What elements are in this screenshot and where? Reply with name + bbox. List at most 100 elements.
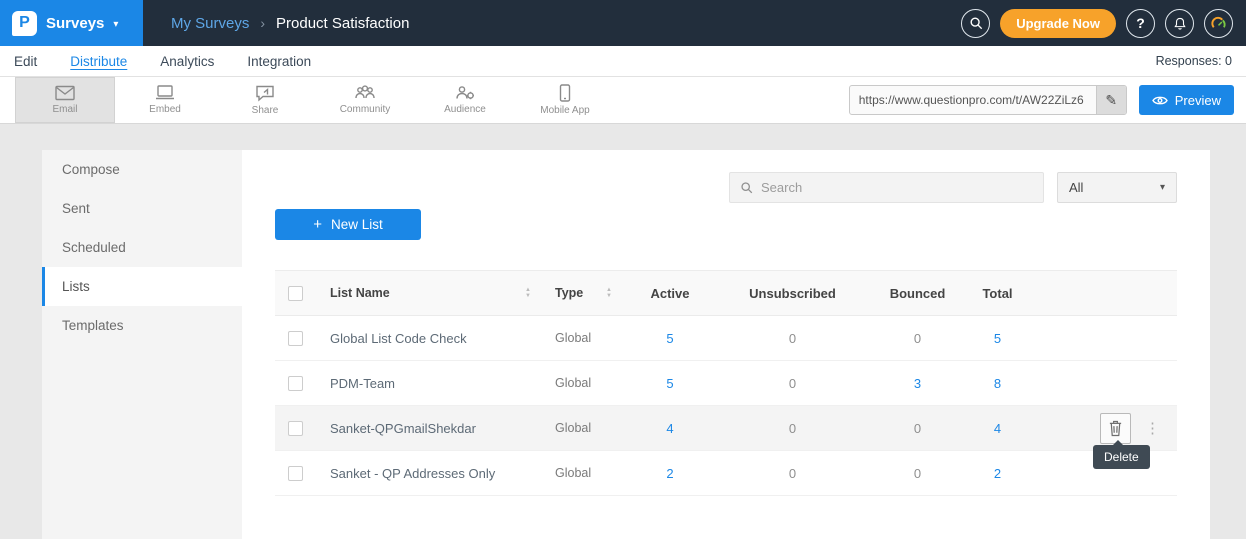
tab-integration[interactable]: Integration: [247, 54, 311, 69]
sidebar-item-compose[interactable]: Compose: [42, 150, 242, 189]
tool-label: Community: [340, 104, 391, 115]
search-button[interactable]: [961, 9, 990, 38]
survey-tabbar: Edit Distribute Analytics Integration Re…: [0, 46, 1246, 77]
list-name-link[interactable]: Sanket-QPGmailShekdar: [330, 421, 476, 436]
total-count[interactable]: 2: [960, 451, 1035, 495]
tab-analytics[interactable]: Analytics: [160, 54, 214, 69]
sort-icon[interactable]: ▲▼: [606, 288, 612, 299]
breadcrumb: My Surveys › Product Satisfaction: [171, 15, 409, 32]
search-icon: [969, 16, 983, 30]
tool-audience[interactable]: Audience: [415, 77, 515, 123]
sidebar-item-sent[interactable]: Sent: [42, 189, 242, 228]
col-list-name: List Name: [330, 286, 390, 300]
delete-tooltip: Delete: [1093, 445, 1150, 469]
tool-mobile-app[interactable]: Mobile App: [515, 77, 615, 123]
email-sidebar: Compose Sent Scheduled Lists Templates: [42, 150, 242, 539]
tool-email[interactable]: Email: [15, 77, 115, 123]
questionpro-logo-icon: P: [12, 11, 37, 36]
col-unsubscribed: Unsubscribed: [710, 271, 875, 315]
unsubscribed-count: 0: [710, 361, 875, 405]
email-icon: [55, 85, 75, 101]
list-type: Global: [535, 316, 630, 360]
plus-icon: +: [313, 216, 322, 233]
tab-edit[interactable]: Edit: [14, 54, 37, 69]
eye-icon: [1152, 95, 1168, 106]
notifications-button[interactable]: [1165, 9, 1194, 38]
tool-embed[interactable]: Embed: [115, 77, 215, 123]
responses-count: Responses: 0: [1156, 54, 1232, 68]
active-count[interactable]: 5: [630, 361, 710, 405]
tool-label: Mobile App: [540, 105, 589, 116]
topbar-actions: Upgrade Now ?: [961, 9, 1246, 38]
sidebar-item-templates[interactable]: Templates: [42, 306, 242, 345]
delete-button[interactable]: [1100, 413, 1131, 444]
total-count[interactable]: 8: [960, 361, 1035, 405]
bounced-count[interactable]: 3: [875, 361, 960, 405]
unsubscribed-count: 0: [710, 406, 875, 450]
active-count[interactable]: 4: [630, 406, 710, 450]
tool-community[interactable]: Community: [315, 77, 415, 123]
survey-url-input[interactable]: [850, 86, 1096, 114]
caret-down-icon: ▾: [113, 19, 118, 30]
preview-button[interactable]: Preview: [1139, 85, 1234, 115]
audience-icon: [454, 85, 476, 101]
page-title: Product Satisfaction: [276, 15, 409, 32]
col-bounced: Bounced: [875, 271, 960, 315]
channel-tools: Email Embed Share Community Audience Mob…: [15, 77, 615, 123]
embed-icon: [155, 85, 175, 101]
tool-label: Audience: [444, 104, 486, 115]
bounced-count: 0: [875, 406, 960, 450]
list-name-link[interactable]: PDM-Team: [330, 376, 395, 391]
table-row: PDM-Team Global 5 0 3 8: [275, 361, 1177, 406]
row-checkbox[interactable]: [288, 421, 303, 436]
sidebar-item-lists[interactable]: Lists: [42, 267, 242, 306]
tool-label: Embed: [149, 104, 181, 115]
product-name: Surveys: [46, 15, 104, 32]
pencil-icon: ✎: [1105, 92, 1117, 108]
row-checkbox[interactable]: [288, 376, 303, 391]
topbar: P Surveys ▾ My Surveys › Product Satisfa…: [0, 0, 1246, 46]
active-count[interactable]: 2: [630, 451, 710, 495]
page: P Surveys ▾ My Surveys › Product Satisfa…: [0, 0, 1246, 539]
lists-table: List Name ▲▼ Type ▲▼ Active Unsubscribed…: [275, 270, 1177, 496]
list-name-link[interactable]: Global List Code Check: [330, 331, 467, 346]
edit-url-button[interactable]: ✎: [1096, 86, 1126, 114]
new-list-button[interactable]: + New List: [275, 209, 421, 240]
tool-share[interactable]: Share: [215, 77, 315, 123]
upgrade-button[interactable]: Upgrade Now: [1000, 9, 1116, 38]
row-checkbox[interactable]: [288, 466, 303, 481]
col-type: Type: [555, 286, 583, 300]
search-icon: [740, 181, 753, 194]
col-total: Total: [960, 271, 1035, 315]
account-menu-button[interactable]: [1204, 9, 1233, 38]
toolbar-right: ✎ Preview: [849, 85, 1246, 115]
bounced-count: 0: [875, 316, 960, 360]
new-list-label: New List: [331, 217, 383, 232]
list-name-link[interactable]: Sanket - QP Addresses Only: [330, 466, 495, 481]
sort-icon[interactable]: ▲▼: [525, 288, 531, 299]
sidebar-item-scheduled[interactable]: Scheduled: [42, 228, 242, 267]
total-count[interactable]: 4: [960, 406, 1035, 450]
product-menu[interactable]: P Surveys ▾: [0, 0, 143, 46]
lists-panel: All ▾ + New List List Name ▲▼ Type: [242, 150, 1210, 539]
total-count[interactable]: 5: [960, 316, 1035, 360]
list-type: Global: [535, 361, 630, 405]
active-count[interactable]: 5: [630, 316, 710, 360]
row-checkbox[interactable]: [288, 331, 303, 346]
preview-label: Preview: [1175, 93, 1221, 108]
select-all-checkbox[interactable]: [288, 286, 303, 301]
table-row: Global List Code Check Global 5 0 0 5: [275, 316, 1177, 361]
gauge-avatar-icon: [1210, 15, 1227, 32]
help-button[interactable]: ?: [1126, 9, 1155, 38]
chevron-right-icon: ›: [260, 15, 265, 31]
list-search-input[interactable]: [761, 180, 1033, 195]
tab-distribute[interactable]: Distribute: [70, 54, 127, 69]
caret-down-icon: ▾: [1160, 182, 1165, 193]
bell-icon: [1173, 16, 1187, 31]
list-filter-select[interactable]: All ▾: [1057, 172, 1177, 203]
table-header-row: List Name ▲▼ Type ▲▼ Active Unsubscribed…: [275, 271, 1177, 316]
community-icon: [354, 85, 376, 101]
breadcrumb-my-surveys[interactable]: My Surveys: [171, 15, 249, 32]
share-icon: [255, 85, 275, 102]
more-menu-icon[interactable]: ⋮: [1145, 419, 1160, 437]
